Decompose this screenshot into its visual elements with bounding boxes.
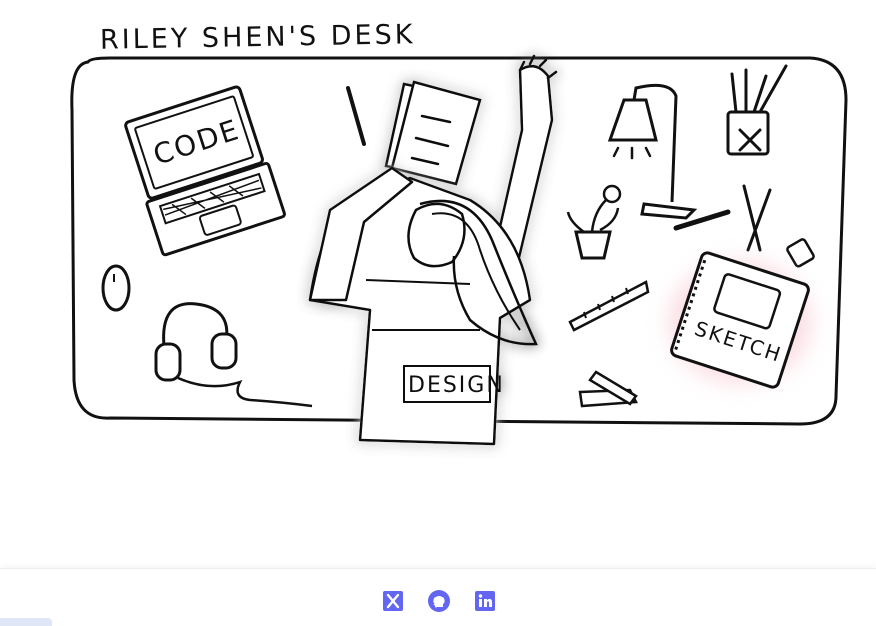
- github-link[interactable]: [427, 589, 451, 613]
- laptop[interactable]: CODE: [121, 85, 286, 257]
- social-links: [381, 589, 497, 613]
- brush-cup: [726, 64, 788, 156]
- eraser: [786, 238, 815, 268]
- linkedin-link[interactable]: [473, 589, 497, 613]
- desk-illustration: CODE DESIGN SKETCH: [0, 0, 876, 470]
- page: RILEY SHEN'S DESK CODE DESIGN SKETCH: [0, 0, 876, 626]
- potted-plant: [566, 184, 622, 260]
- github-icon: [428, 590, 450, 612]
- desk-lamp: [607, 83, 698, 220]
- x-icon: [383, 591, 403, 611]
- headphones: [154, 302, 313, 408]
- scissors: [673, 184, 772, 252]
- x-link[interactable]: [381, 589, 405, 613]
- paint-tubes: [578, 370, 638, 408]
- papers: [384, 80, 482, 186]
- computer-mouse: [101, 264, 131, 312]
- shirt-label: DESIGN: [408, 373, 505, 398]
- corner-badge: [0, 618, 52, 626]
- sketchbook[interactable]: SKETCH: [668, 251, 812, 389]
- linkedin-icon: [475, 591, 495, 611]
- footer: [0, 568, 876, 626]
- ruler: [568, 280, 650, 332]
- pencil: [346, 86, 366, 146]
